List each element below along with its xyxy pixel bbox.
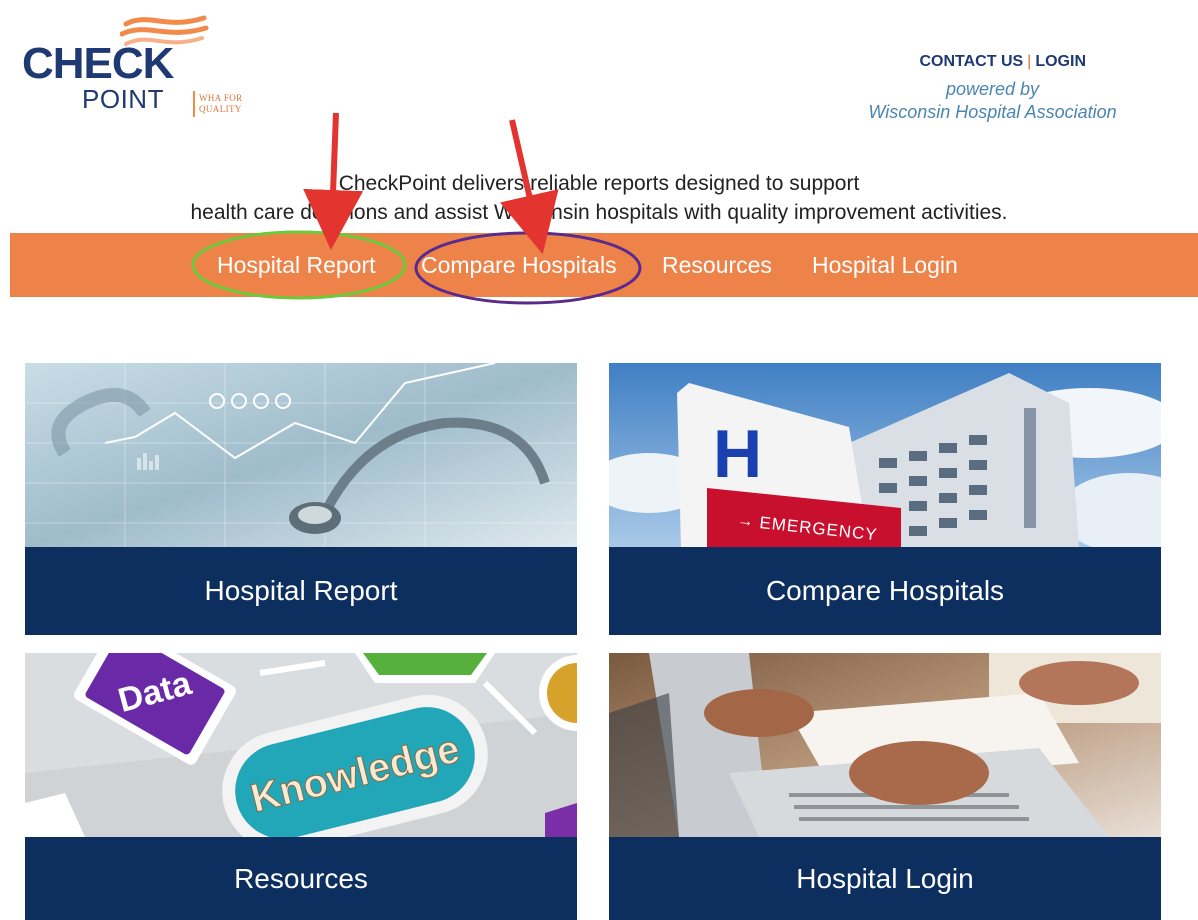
card-compare-hospitals-label: Compare Hospitals	[609, 547, 1161, 635]
card-compare-hospitals-image: H → EMERGENCY	[609, 363, 1161, 547]
login-link[interactable]: LOGIN	[1035, 53, 1086, 70]
powered-by-text: powered by	[945, 79, 1040, 99]
logo-tagline-line2: QUALITY	[199, 104, 242, 114]
header-links: CONTACT US | LOGIN	[919, 53, 1086, 71]
contact-us-link[interactable]: CONTACT US	[919, 53, 1023, 70]
card-resources[interactable]: Data Knowledge Resources	[25, 653, 577, 920]
logo-point-text: POINT	[82, 84, 164, 114]
svg-text:→: →	[737, 512, 755, 531]
card-compare-hospitals[interactable]: H → EMERGENCY Compare Hospitals	[609, 363, 1161, 635]
header-separator: |	[1027, 53, 1032, 70]
card-resources-label: Resources	[25, 837, 577, 920]
nav-compare-hospitals[interactable]: Compare Hospitals	[421, 233, 617, 297]
card-hospital-login-label: Hospital Login	[609, 837, 1161, 920]
card-hospital-report-label: Hospital Report	[25, 547, 577, 635]
card-hospital-login-image	[609, 653, 1161, 837]
card-hospital-login[interactable]: Hospital Login	[609, 653, 1161, 920]
intro-text: CheckPoint delivers reliable reports des…	[0, 169, 1198, 227]
card-resources-image: Data Knowledge	[25, 653, 577, 837]
intro-line-2: health care decisions and assist Wiscons…	[190, 201, 1008, 224]
logo-divider	[193, 91, 195, 117]
nav-hospital-login[interactable]: Hospital Login	[812, 233, 958, 297]
card-hospital-report[interactable]: Hospital Report	[25, 363, 577, 635]
logo-tagline-line1: WHA FOR	[199, 93, 243, 103]
intro-line-1: CheckPoint delivers reliable reports des…	[338, 172, 860, 195]
main-nav: Hospital Report Compare Hospitals Resour…	[10, 233, 1198, 297]
association-name: Wisconsin Hospital Association	[868, 102, 1117, 122]
logo-tagline: WHA FOR QUALITY	[199, 93, 243, 115]
hospital-h-letter: H	[713, 416, 762, 492]
nav-resources[interactable]: Resources	[662, 233, 772, 297]
card-hospital-report-image	[25, 363, 577, 547]
logo-check-text: CHECK	[22, 39, 174, 88]
nav-hospital-report[interactable]: Hospital Report	[217, 233, 376, 297]
checkpoint-logo[interactable]: CHECK POINT WHA FOR QUALITY	[22, 12, 272, 122]
powered-by: powered by Wisconsin Hospital Associatio…	[845, 78, 1140, 124]
